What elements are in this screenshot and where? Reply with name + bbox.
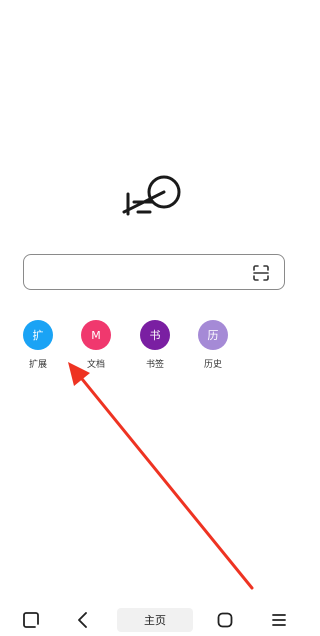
shortcut-documents[interactable]: M 文档 — [74, 320, 118, 370]
shortcut-extensions[interactable]: 扩 扩展 — [16, 320, 60, 370]
app-logo — [122, 175, 181, 216]
menu-icon[interactable] — [270, 611, 288, 629]
search-input[interactable] — [34, 261, 244, 283]
multitask-icon[interactable] — [22, 611, 40, 629]
shortcut-label: 历史 — [203, 360, 222, 370]
shortcut-label: 书签 — [145, 360, 164, 370]
shortcut-grid: 扩 扩展 M 文档 书 书签 历 历史 — [0, 320, 299, 380]
bookmark-icon: 书 — [140, 320, 170, 350]
shortcut-history[interactable]: 历 历史 — [191, 320, 235, 370]
history-icon: 历 — [198, 320, 228, 350]
annotation-arrow — [68, 362, 254, 590]
back-icon[interactable] — [74, 611, 92, 629]
search-bar — [23, 254, 285, 290]
shortcut-label: 扩展 — [28, 360, 47, 370]
extension-icon: 扩 — [23, 320, 53, 350]
shortcut-bookmarks[interactable]: 书 书签 — [133, 320, 177, 370]
tabs-icon[interactable] — [216, 611, 234, 629]
bottom-nav-bar: 主页 — [0, 604, 299, 636]
document-icon: M — [81, 320, 111, 350]
scan-icon[interactable] — [252, 264, 270, 282]
shortcut-label: 文档 — [86, 360, 105, 370]
home-button[interactable]: 主页 — [117, 608, 193, 632]
